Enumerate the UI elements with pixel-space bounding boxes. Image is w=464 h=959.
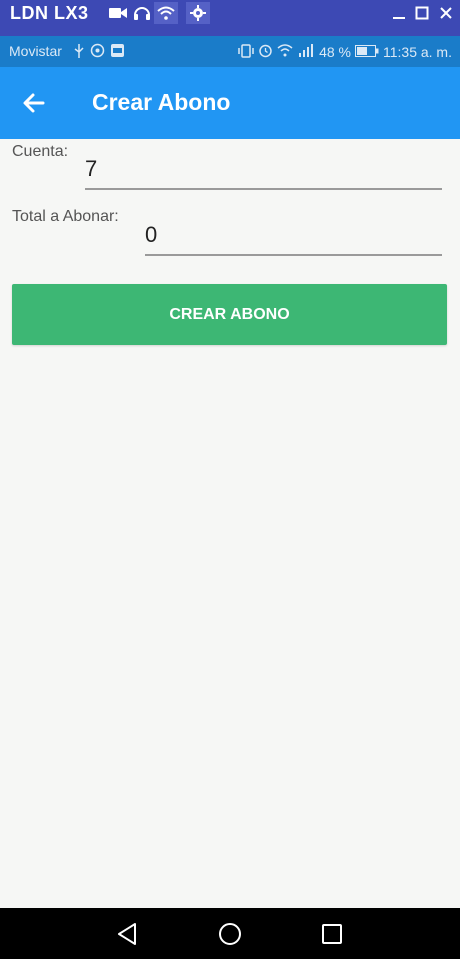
usb-icon [74,44,84,61]
video-camera-icon[interactable] [108,3,128,23]
close-icon[interactable] [436,2,456,24]
cuenta-field[interactable] [85,156,442,190]
total-a-abonar-field[interactable] [145,222,442,256]
navigation-bar [0,908,460,959]
battery-percent: 48 % [319,44,351,60]
battery-icon [354,44,379,60]
wifi-icon[interactable] [154,2,178,24]
emulator-side-strip [460,0,464,959]
alarm-icon [258,43,273,61]
status-right-group: 48 % 11:35 a. m. [238,43,452,61]
emulator-title-bar: LDN LX3 [0,0,464,36]
crear-abono-button[interactable]: CREAR ABONO [12,284,447,345]
minimize-icon[interactable] [389,2,409,24]
clock-time: 11:35 a. m. [382,44,452,60]
headphones-icon[interactable] [132,3,152,23]
carrier-label: Movistar [9,43,62,59]
status-bar: Movistar 48 % 11:35 a. m. [0,36,460,67]
page-title: Crear Abono [92,89,231,115]
app-bar: Crear Abono [0,67,460,139]
cuenta-label: Cuenta: [12,143,69,160]
wifi-signal-icon [277,44,293,60]
gear-icon[interactable] [186,2,210,24]
nav-home-icon[interactable] [216,920,244,948]
cell-signal-icon [297,44,315,60]
nav-recents-icon[interactable] [318,920,346,948]
form-content: Cuenta: Total a Abonar: CREAR ABONO [0,139,460,908]
notification-app-icon [110,43,125,61]
arrow-back-icon[interactable] [18,87,50,119]
window-title: LDN LX3 [10,3,89,23]
vibrate-icon [238,43,254,61]
maximize-icon[interactable] [412,2,432,24]
whatsapp-icon [90,43,105,61]
total-a-abonar-label: Total a Abonar: [12,208,119,225]
nav-back-icon[interactable] [113,920,141,948]
